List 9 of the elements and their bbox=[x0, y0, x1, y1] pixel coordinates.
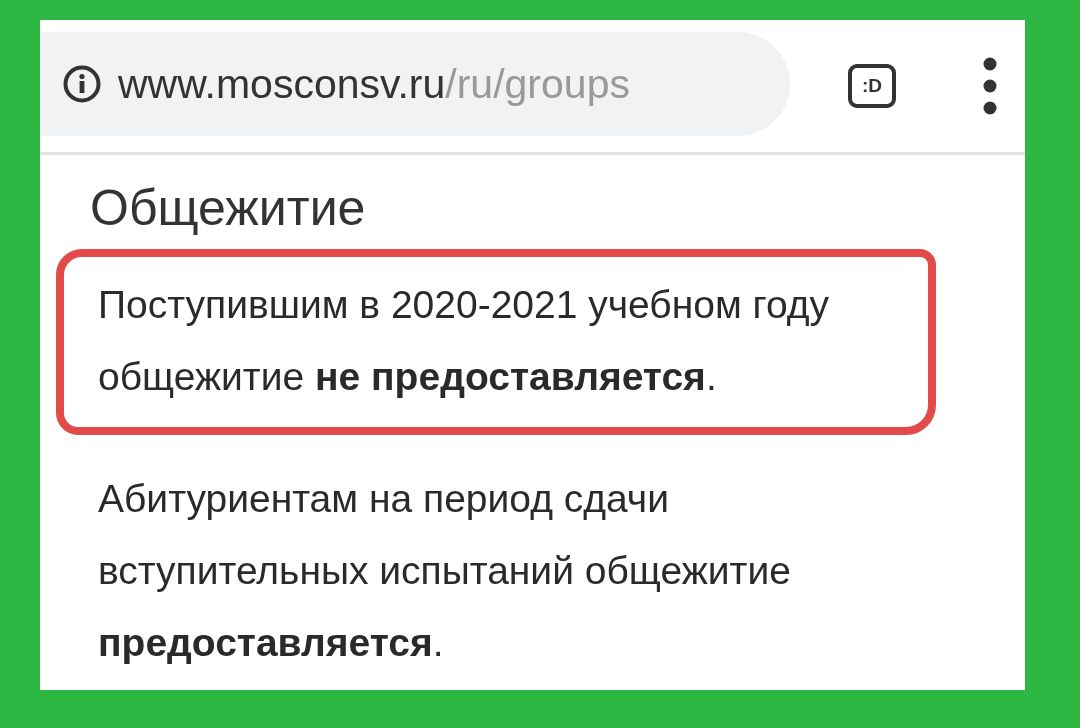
info-icon[interactable] bbox=[62, 64, 102, 104]
url-path: /ru/groups bbox=[445, 60, 630, 108]
tab-switcher-button[interactable]: :D bbox=[848, 64, 896, 108]
page-heading: Общежитие bbox=[90, 179, 367, 238]
url-domain: www.mosconsv.ru bbox=[118, 60, 446, 108]
paragraph: Абитуриентам на период сдачи вступительных испытаний общежитие предоставляется. bbox=[98, 476, 792, 666]
menu-icon[interactable] bbox=[982, 56, 998, 116]
paragraph: Поступившим в 2020-2021 учебном году общежитие не предоставляется. bbox=[98, 282, 830, 400]
address-bar[interactable]: www.mosconsv.ru/ru/groups bbox=[40, 32, 790, 136]
